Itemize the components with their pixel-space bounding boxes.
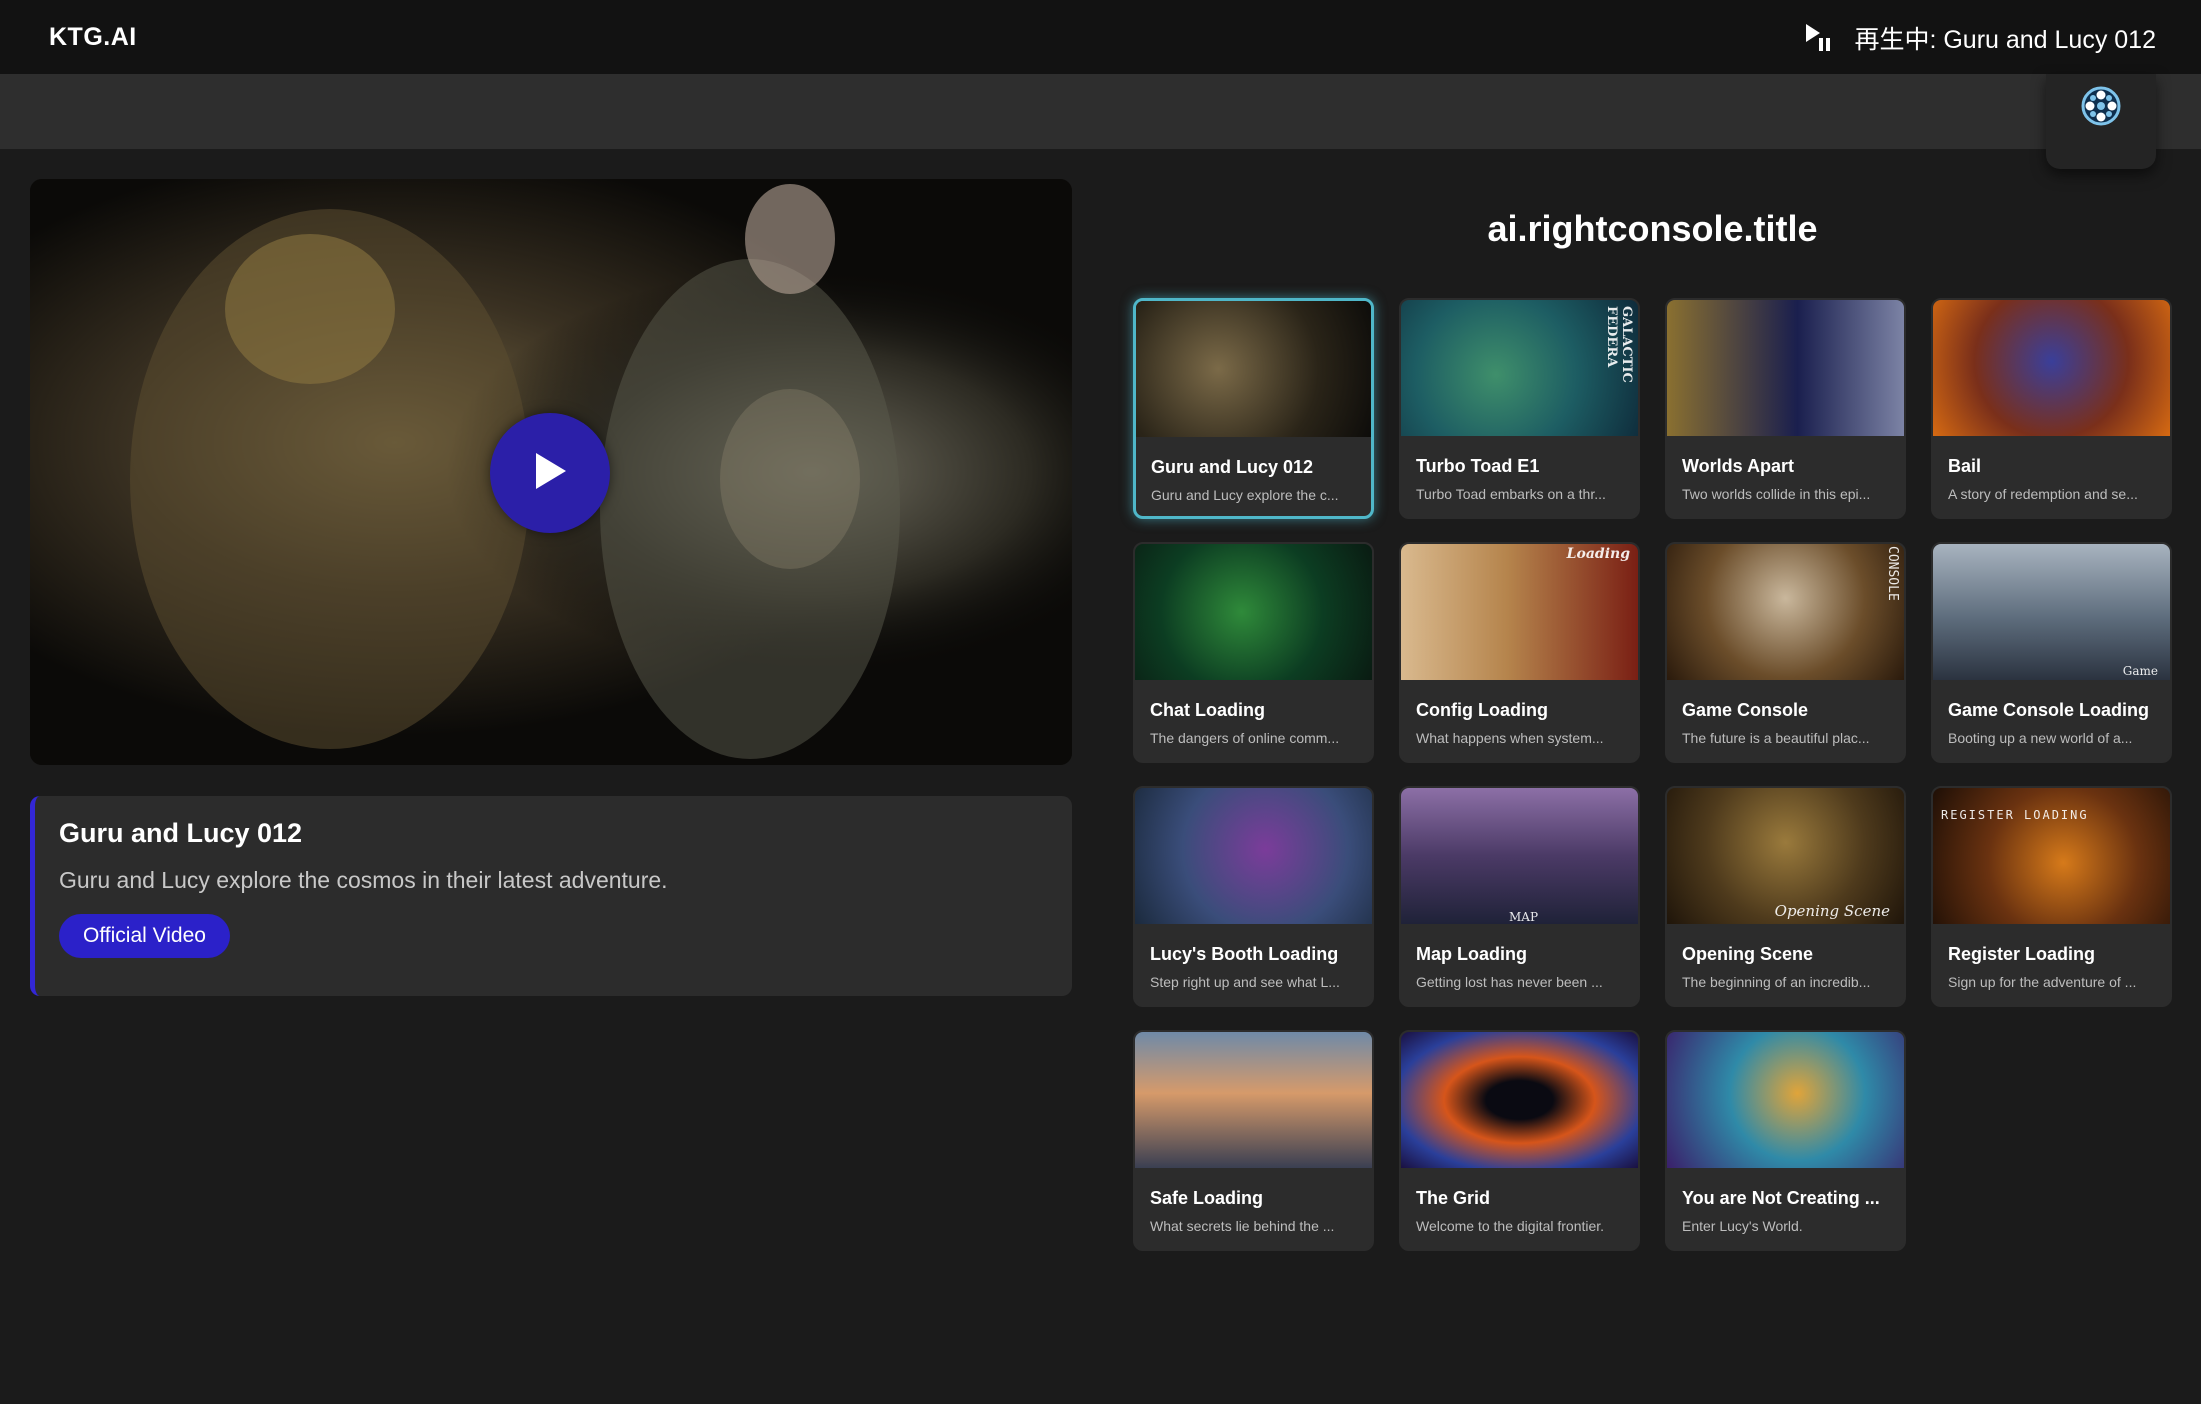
featured-info-card: Guru and Lucy 012 Guru and Lucy explore … <box>30 796 1072 996</box>
card-thumbnail <box>1135 544 1372 680</box>
card-title: Register Loading <box>1948 944 2096 964</box>
featured-description: Guru and Lucy explore the cosmos in thei… <box>59 867 668 893</box>
card-title: Opening Scene <box>1682 944 1814 964</box>
card-thumbnail <box>1136 301 1371 437</box>
video-card-worlds-apart[interactable]: Worlds Apart Two worlds collide in this … <box>1665 298 1906 519</box>
card-thumbnail <box>1933 300 2170 436</box>
film-reel-icon <box>2079 84 2123 169</box>
card-title: Config Loading <box>1416 700 1548 720</box>
video-card-bail[interactable]: Bail A story of redemption and se... <box>1931 298 2172 519</box>
card-title: Safe Loading <box>1150 1188 1264 1208</box>
card-thumbnail <box>1667 1032 1904 1168</box>
video-card-turbo-toad[interactable]: GALACTIC FEDERA Turbo Toad E1 Turbo Toad… <box>1399 298 1640 519</box>
card-thumbnail: REGISTER LOADING <box>1933 788 2170 924</box>
brand-logo[interactable]: KTG.AI <box>49 23 137 52</box>
card-thumbnail: Game <box>1933 544 2170 680</box>
video-player[interactable] <box>30 179 1072 765</box>
card-description: Turbo Toad embarks on a thr... <box>1416 486 1606 502</box>
card-thumbnail: MAP <box>1401 788 1638 924</box>
card-thumbnail <box>1667 300 1904 436</box>
card-description: Welcome to the digital frontier. <box>1416 1218 1605 1234</box>
card-description: Two worlds collide in this epi... <box>1682 486 1871 502</box>
official-video-button[interactable]: Official Video <box>59 914 230 958</box>
card-description: Guru and Lucy explore the c... <box>1151 487 1339 503</box>
video-card-game-console-loading[interactable]: Game Game Console Loading Booting up a n… <box>1931 542 2172 763</box>
card-description: Enter Lucy's World. <box>1682 1218 1803 1234</box>
card-description: Getting lost has never been ... <box>1416 974 1603 990</box>
top-bar: KTG.AI 再生中: Guru and Lucy 012 <box>0 0 2201 74</box>
video-card-register-loading[interactable]: REGISTER LOADING Register Loading Sign u… <box>1931 786 2172 1007</box>
card-thumbnail <box>1401 1032 1638 1168</box>
now-playing: 再生中: Guru and Lucy 012 <box>1804 20 2156 56</box>
play-pause-icon[interactable] <box>1804 22 1832 54</box>
thumbnail-caption: Loading <box>1566 546 1630 562</box>
card-thumbnail: GALACTIC FEDERA <box>1401 300 1638 436</box>
card-description: Step right up and see what L... <box>1150 974 1340 990</box>
card-thumbnail: Opening Scene <box>1667 788 1904 924</box>
card-description: The future is a beautiful plac... <box>1682 730 1870 746</box>
card-title: Bail <box>1948 456 1982 476</box>
video-card-you-are-not-creating[interactable]: You are Not Creating ... Enter Lucy's Wo… <box>1665 1030 1906 1251</box>
card-title: Map Loading <box>1416 944 1527 964</box>
video-card-safe-loading[interactable]: Safe Loading What secrets lie behind the… <box>1133 1030 1374 1251</box>
video-grid: Guru and Lucy 012 Guru and Lucy explore … <box>1133 298 2173 1251</box>
video-card-chat-loading[interactable]: Chat Loading The dangers of online comm.… <box>1133 542 1374 763</box>
video-card-opening-scene[interactable]: Opening Scene Opening Scene The beginnin… <box>1665 786 1906 1007</box>
video-card-lucys-booth-loading[interactable]: Lucy's Booth Loading Step right up and s… <box>1133 786 1374 1007</box>
video-card-guru-and-lucy[interactable]: Guru and Lucy 012 Guru and Lucy explore … <box>1133 298 1374 519</box>
card-description: The beginning of an incredib... <box>1682 974 1871 990</box>
card-title: Game Console Loading <box>1948 700 2150 720</box>
card-description: Booting up a new world of a... <box>1948 730 2133 746</box>
thumbnail-caption: CONSOLE <box>1885 546 1900 601</box>
thumbnail-caption: MAP <box>1509 910 1539 924</box>
video-card-game-console[interactable]: CONSOLE Game Console The future is a bea… <box>1665 542 1906 763</box>
card-title: You are Not Creating ... <box>1682 1188 1880 1208</box>
card-description: The dangers of online comm... <box>1150 730 1340 746</box>
card-title: The Grid <box>1416 1188 1491 1208</box>
card-description: Sign up for the adventure of ... <box>1948 974 2137 990</box>
card-thumbnail: CONSOLE <box>1667 544 1904 680</box>
card-title: Chat Loading <box>1150 700 1265 720</box>
thumbnail-caption: Opening Scene <box>1774 902 1890 920</box>
featured-title: Guru and Lucy 012 <box>59 818 303 848</box>
film-reel-button[interactable] <box>2046 74 2156 169</box>
now-playing-text: 再生中: Guru and Lucy 012 <box>1854 26 2156 54</box>
play-button[interactable] <box>490 413 610 533</box>
card-title: Turbo Toad E1 <box>1416 456 1540 476</box>
card-title: Guru and Lucy 012 <box>1151 457 1314 477</box>
thumbnail-caption: Game <box>2122 664 2158 678</box>
video-card-map-loading[interactable]: MAP Map Loading Getting lost has never b… <box>1399 786 1640 1007</box>
video-card-config-loading[interactable]: Loading Config Loading What happens when… <box>1399 542 1640 763</box>
card-thumbnail <box>1135 788 1372 924</box>
card-title: Game Console <box>1682 700 1809 720</box>
card-title: Worlds Apart <box>1682 456 1795 476</box>
card-title: Lucy's Booth Loading <box>1150 944 1339 964</box>
card-thumbnail <box>1135 1032 1372 1168</box>
card-description: What happens when system... <box>1416 730 1604 746</box>
card-thumbnail: Loading <box>1401 544 1638 680</box>
sub-toolbar <box>0 74 2201 149</box>
video-card-the-grid[interactable]: The Grid Welcome to the digital frontier… <box>1399 1030 1640 1251</box>
thumbnail-caption: GALACTIC FEDERA <box>1604 306 1634 383</box>
play-icon <box>530 449 570 498</box>
thumbnail-caption: REGISTER LOADING <box>1941 808 2089 822</box>
card-description: A story of redemption and se... <box>1948 486 2138 502</box>
console-title: ai.rightconsole.title <box>1487 208 1818 249</box>
card-description: What secrets lie behind the ... <box>1150 1218 1335 1234</box>
